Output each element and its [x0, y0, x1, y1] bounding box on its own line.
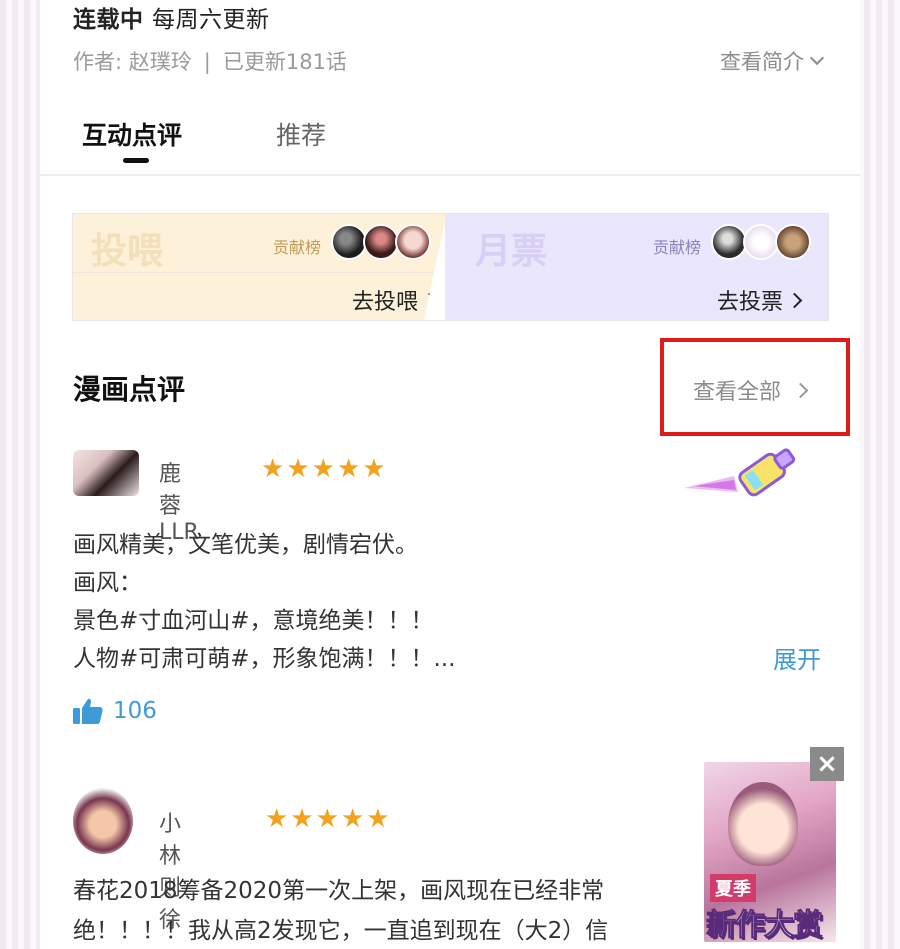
feed-panel[interactable]: 投喂 贡献榜 去投喂: [73, 214, 828, 320]
go-vote-label: 去投票: [716, 290, 783, 315]
star-rating: ★ ★ ★ ★ ★: [265, 806, 390, 832]
comic-meta: 作者: 赵璞玲 | 已更新181话: [73, 46, 347, 76]
avatar: [743, 224, 779, 260]
go-feed-button[interactable]: 去投喂: [351, 284, 438, 316]
tab-interactive-reviews[interactable]: 互动点评: [82, 116, 182, 152]
star-icon: ★: [340, 804, 365, 834]
view-intro-label: 查看简介: [720, 50, 804, 74]
tab-bar: 互动点评 推荐: [40, 108, 860, 176]
avatar: [363, 224, 399, 260]
monthly-ticket-panel[interactable]: 月票 贡献榜 去投票: [445, 214, 828, 320]
avatar[interactable]: [73, 788, 133, 854]
star-icon: ★: [286, 454, 310, 484]
comic-reviews-title: 漫画点评: [73, 373, 186, 406]
active-tab-indicator: [123, 158, 149, 163]
view-all-button[interactable]: 查看全部: [693, 374, 809, 406]
star-icon: ★: [261, 454, 285, 484]
thumbs-up-icon: [73, 698, 103, 724]
review-text-line: 绝！！！！我从高2发现它，一直追到现在（大2）信: [73, 918, 609, 944]
star-icon: ★: [265, 804, 289, 834]
expand-review-button[interactable]: 展开: [773, 640, 821, 675]
star-icon: ★: [311, 454, 335, 484]
review-text-line: 画风：: [73, 570, 142, 596]
star-icon: ★: [362, 454, 386, 484]
view-all-label: 查看全部: [693, 380, 782, 405]
ad-illustration: [728, 782, 798, 866]
close-icon[interactable]: ×: [810, 747, 844, 781]
go-vote-button[interactable]: 去投票: [716, 284, 803, 316]
ticket-top-contributors[interactable]: [711, 224, 811, 260]
paint-bottle-icon: [684, 448, 796, 497]
feed-title: 投喂: [91, 231, 164, 272]
feed-top-contributors[interactable]: [331, 224, 431, 260]
avatar: [775, 224, 811, 260]
ticket-contribution-rank-label: 贡献榜: [653, 238, 702, 257]
star-icon: ★: [366, 804, 390, 834]
avatar: [711, 224, 747, 260]
star-icon: ★: [315, 804, 339, 834]
like-button[interactable]: 106: [73, 698, 157, 724]
update-schedule: 每周六更新: [152, 7, 270, 33]
ad-tag: 夏季: [710, 874, 756, 902]
promo-ad[interactable]: 夏季 新作大赏: [704, 762, 836, 942]
vote-panel: 投喂 贡献榜 去投喂 月票 贡献榜 去投票: [72, 213, 829, 321]
author-label: 作者: 赵璞玲: [73, 50, 192, 74]
review-text-line: 人物#可肃可萌#，形象饱满！！！...: [73, 646, 456, 672]
chevron-right-icon: [786, 292, 803, 308]
review-text-line: 景色#寸血河山#，意境绝美！！！: [73, 608, 434, 634]
chapter-count: 已更新181话: [222, 50, 347, 74]
chevron-down-icon: [809, 50, 825, 66]
review-text-line: 春花2018筹备2020第一次上架，画风现在已经非常: [73, 878, 605, 904]
review-text-line: 画风精美，文笔优美，剧情宕伏。: [73, 532, 418, 558]
avatar: [331, 224, 367, 260]
avatar: [395, 224, 431, 260]
like-count: 106: [113, 698, 157, 724]
ticket-title: 月票: [475, 231, 548, 272]
chevron-right-icon: [792, 382, 809, 398]
star-icon: ★: [290, 804, 314, 834]
status-text: 连载中: [73, 7, 144, 33]
meta-separator: |: [203, 50, 211, 74]
serial-status: 连载中 每周六更新: [73, 0, 270, 34]
tab-recommend[interactable]: 推荐: [276, 116, 326, 152]
star-rating: ★ ★ ★ ★ ★: [261, 456, 386, 482]
feed-contribution-rank-label: 贡献榜: [273, 238, 322, 257]
avatar[interactable]: [73, 450, 139, 496]
star-icon: ★: [336, 454, 361, 484]
go-feed-label: 去投喂: [351, 290, 418, 315]
view-intro-button[interactable]: 查看简介: [720, 46, 825, 76]
ad-title: 新作大赏: [706, 908, 824, 943]
